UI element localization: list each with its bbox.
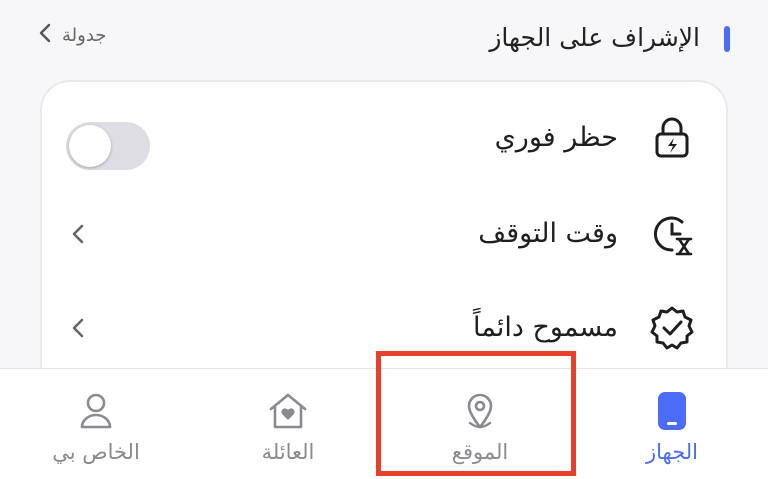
row-label: وقت التوقف (478, 218, 618, 249)
tab-label: العائلة (261, 440, 315, 464)
tab-profile[interactable]: الخاص بي (0, 369, 192, 479)
phone-icon (650, 389, 694, 433)
row-always-allowed[interactable]: مسموح دائماً (42, 282, 726, 378)
page-title: الإشراف على الجهاز (489, 23, 700, 52)
supervision-card: حظر فوري وقت التوقف مسموح دائماً (40, 80, 728, 410)
tab-location[interactable]: الموقع (384, 369, 576, 479)
lock-bolt-icon (648, 114, 696, 162)
instant-block-toggle[interactable] (66, 122, 150, 170)
row-downtime[interactable]: وقت التوقف (42, 188, 726, 284)
tab-label: الخاص بي (52, 440, 140, 464)
header: الإشراف على الجهاز جدولة (0, 0, 768, 78)
row-label: حظر فوري (494, 122, 618, 153)
tab-label: الجهاز (645, 440, 698, 464)
location-pin-icon (458, 389, 502, 433)
schedule-link-label: جدولة (62, 24, 107, 46)
row-instant-block: حظر فوري (42, 92, 726, 188)
user-icon (74, 389, 118, 433)
home-heart-icon (266, 389, 310, 433)
schedule-link[interactable]: جدولة (38, 22, 106, 48)
clock-hourglass-icon (648, 210, 696, 258)
chevron-left-icon (38, 22, 52, 48)
toggle-knob (69, 125, 111, 167)
tab-device[interactable]: الجهاز (576, 369, 768, 479)
header-accent-bar (724, 26, 730, 52)
tab-label: الموقع (451, 440, 509, 464)
badge-check-icon (648, 304, 696, 352)
tab-family[interactable]: العائلة (192, 369, 384, 479)
row-label: مسموح دائماً (473, 312, 618, 343)
chevron-left-icon (68, 222, 88, 246)
chevron-left-icon (68, 316, 88, 340)
bottom-nav: الجهاز الموقع العائلة الخاص بي (0, 368, 768, 479)
